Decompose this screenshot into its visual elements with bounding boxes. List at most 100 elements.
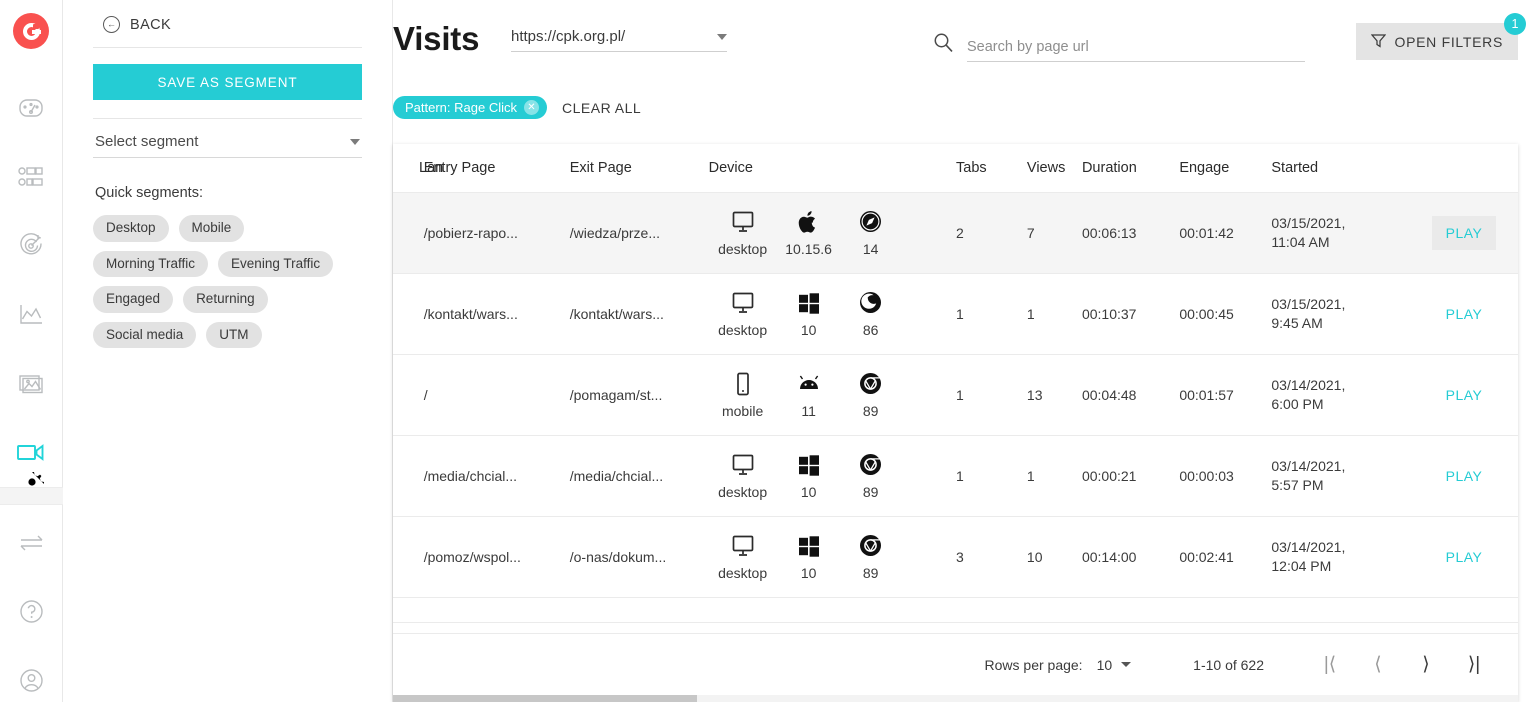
cell-play: PLAY [1410, 273, 1518, 355]
cell-lan [393, 435, 424, 517]
open-filters-button[interactable]: OPEN FILTERS [1355, 23, 1518, 60]
rows-per-page-value: 10 [1096, 656, 1113, 673]
column-header-duration[interactable]: Duration [1081, 144, 1180, 193]
cell-play: PLAY [1410, 192, 1518, 274]
chip-utm[interactable]: UTM [206, 321, 262, 349]
table-row[interactable]: /media/chcial... /media/chcial... deskto… [393, 435, 1518, 517]
rail-items [0, 73, 62, 487]
chip-morning-traffic[interactable]: Morning Traffic [93, 250, 209, 278]
apple-icon [798, 209, 820, 234]
logo-icon[interactable] [13, 13, 49, 49]
analytics-icon [20, 304, 42, 324]
quick-segment-chips: Desktop Mobile Morning Traffic Evening T… [93, 215, 362, 349]
column-header-tabs[interactable]: Tabs [956, 144, 1027, 193]
rows-per-page-select[interactable]: 10 [1097, 657, 1132, 673]
chevron-down-icon [717, 34, 727, 40]
next-page-button[interactable]: ⟩ [1402, 653, 1450, 676]
column-header-engage[interactable]: Engage [1179, 144, 1272, 193]
visits-table: Lan Entry Page Exit Page Device Tabs Vie… [393, 144, 1518, 623]
table-row[interactable]: /pobierz-rapo... /wiedza/prze... desktop… [393, 192, 1518, 274]
device-os: 10 [777, 290, 841, 338]
cell-engage: 00:01:57 [1179, 354, 1272, 436]
sidebar-item-heatmaps[interactable] [0, 349, 63, 418]
sidebar-item-help[interactable] [0, 577, 63, 646]
play-button[interactable]: PLAY [1432, 297, 1497, 331]
table-row-partial[interactable] [393, 597, 1518, 623]
table-row[interactable]: /kontakt/wars... /kontakt/wars... deskto… [393, 273, 1518, 355]
horizontal-scrollbar[interactable] [393, 695, 1518, 702]
device-os: 11 [777, 371, 841, 419]
select-segment-dropdown[interactable]: Select segment [93, 119, 362, 158]
first-page-button[interactable]: |⟨ [1306, 653, 1354, 676]
visits-table-card: Lan Entry Page Exit Page Device Tabs Vie… [393, 144, 1518, 702]
sidebar-item-users[interactable] [0, 142, 63, 211]
device-type: desktop [709, 209, 777, 257]
panel-divider-1 [93, 47, 362, 48]
device-type-label: desktop [718, 565, 768, 581]
goals-icon [19, 233, 42, 255]
column-header-entry[interactable]: Entry Page [423, 144, 570, 193]
cell-play: PLAY [1410, 354, 1518, 436]
column-header-lan[interactable]: Lan [393, 144, 443, 193]
cell-entry-page: /media/chcial... [423, 435, 570, 517]
clear-all-button[interactable]: CLEAR ALL [562, 100, 641, 116]
last-page-button[interactable]: ⟩| [1450, 653, 1498, 676]
started-value: 03/14/2021, 5:57 PM [1271, 458, 1346, 493]
column-header-device[interactable]: Device [694, 144, 957, 193]
scrollbar-thumb[interactable] [393, 695, 697, 702]
os-version-label: 10 [800, 565, 817, 581]
cell-entry-page: /pobierz-rapo... [423, 192, 570, 274]
play-button[interactable]: PLAY [1431, 216, 1497, 250]
table-row[interactable]: /pomoz/wspol... /o-nas/dokum... desktop … [393, 516, 1518, 598]
cell-device: mobile 11 89 [694, 354, 957, 436]
sidebar-item-account[interactable] [0, 646, 63, 702]
chip-evening-traffic[interactable]: Evening Traffic [218, 250, 334, 278]
cell-device: desktop 10 86 [694, 273, 957, 355]
search-input[interactable] [967, 39, 1305, 62]
sidebar-item-goals[interactable] [0, 211, 63, 280]
back-arrow-icon: ← [103, 16, 120, 33]
column-header-views[interactable]: Views [1026, 144, 1082, 193]
chip-social-media[interactable]: Social media [93, 321, 197, 349]
cell-lan [393, 354, 424, 436]
table-row[interactable]: / /pomagam/st... mobile 11 89 1 13 00:04… [393, 354, 1518, 436]
chip-mobile[interactable]: Mobile [178, 215, 245, 242]
play-button[interactable]: PLAY [1432, 459, 1497, 493]
table-header: Lan Entry Page Exit Page Device Tabs Vie… [393, 144, 1518, 193]
os-version-label: 10.15.6 [785, 241, 832, 257]
cell-views: 1 [1026, 273, 1082, 355]
app-root: ← BACK SAVE AS SEGMENT Select segment Qu… [0, 0, 1536, 702]
close-icon[interactable]: ✕ [524, 100, 539, 115]
filter-tag-pattern[interactable]: Pattern: Rage Click ✕ [393, 96, 547, 119]
cell-started: 03/14/2021, 12:04 PM [1271, 516, 1411, 598]
back-button[interactable]: ← BACK [93, 0, 362, 47]
filter-tag-label: Pattern: Rage Click [405, 100, 517, 115]
android-icon [797, 371, 821, 396]
chip-returning[interactable]: Returning [183, 286, 268, 313]
column-header-exit[interactable]: Exit Page [569, 144, 695, 193]
chip-engaged[interactable]: Engaged [93, 286, 174, 313]
cell-tabs: 1 [956, 435, 1027, 517]
chrome-icon [859, 371, 882, 396]
started-value: 03/15/2021, 9:45 AM [1271, 296, 1346, 331]
column-header-started[interactable]: Started [1271, 144, 1411, 193]
cell-views: 1 [1026, 435, 1082, 517]
column-header-play [1410, 144, 1518, 193]
segment-panel: ← BACK SAVE AS SEGMENT Select segment Qu… [63, 0, 393, 702]
device-browser: 89 [841, 533, 901, 581]
site-url-dropdown[interactable]: https://cpk.org.pl/ [511, 28, 727, 52]
sidebar-item-analytics[interactable] [0, 280, 63, 349]
cell-duration: 00:06:13 [1081, 192, 1180, 274]
search-area [933, 32, 1305, 62]
cell-lan [393, 192, 424, 274]
chip-desktop[interactable]: Desktop [93, 215, 169, 242]
save-as-segment-button[interactable]: SAVE AS SEGMENT [93, 64, 362, 100]
device-type-label: desktop [718, 322, 768, 338]
sidebar-item-funnels[interactable] [0, 508, 63, 577]
cell-tabs: 3 [956, 516, 1027, 598]
sidebar-item-dashboard[interactable] [0, 73, 63, 142]
play-button[interactable]: PLAY [1432, 540, 1497, 574]
play-button[interactable]: PLAY [1432, 378, 1497, 412]
prev-page-button[interactable]: ⟨ [1354, 653, 1402, 676]
quick-segments-title: Quick segments: [95, 185, 203, 201]
